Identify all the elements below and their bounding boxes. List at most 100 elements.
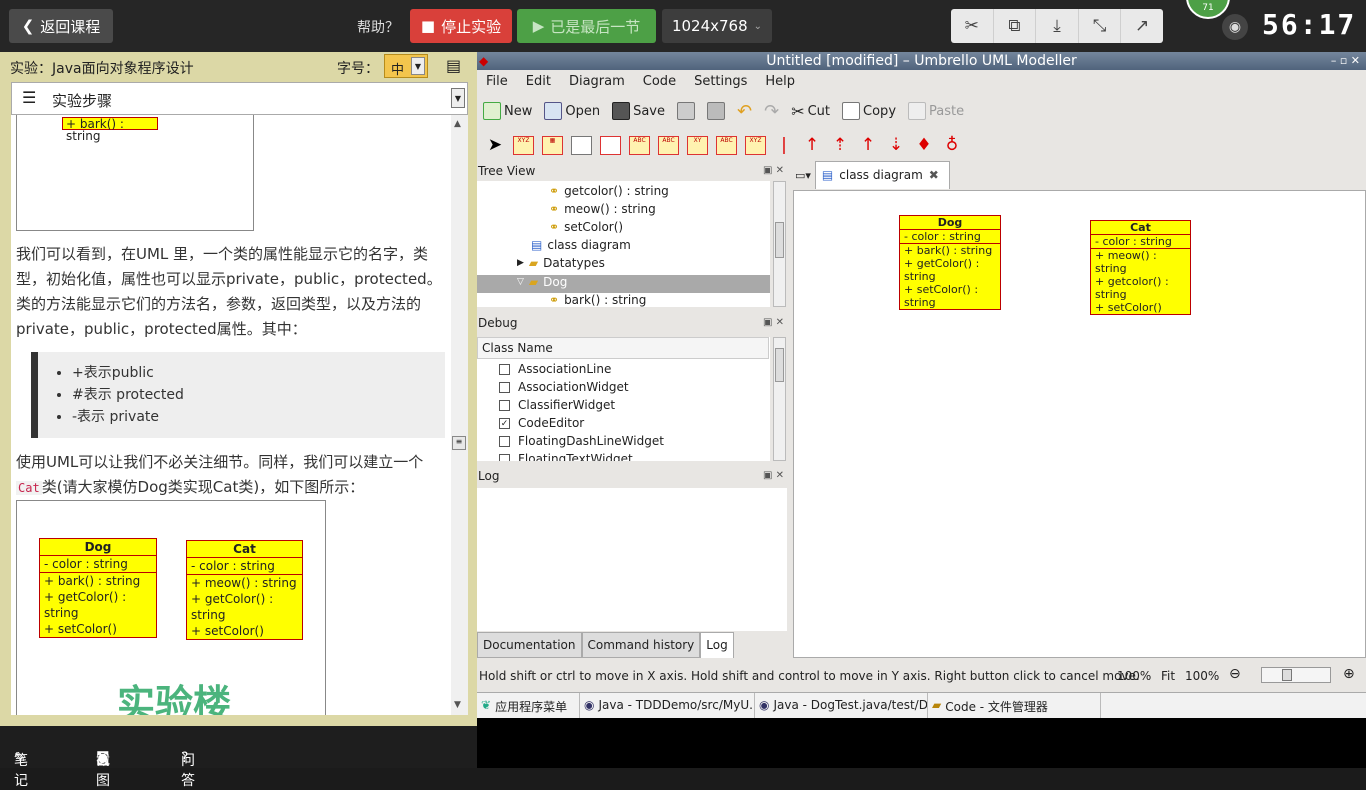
open-folder-icon [544,102,563,120]
debug-item[interactable]: AssociationWidget [499,380,629,394]
zoom-slider[interactable] [1261,667,1331,683]
back-to-course-button[interactable]: ❮ 返回课程 [9,9,113,43]
copy-button[interactable]: Copy [836,102,902,120]
screen-share-icon[interactable]: ⧉ [994,9,1037,43]
zoom-in-icon[interactable]: ⊕ [1343,666,1355,682]
class-tool-icon[interactable]: XYZ [513,135,534,155]
new-tab-icon[interactable]: ▭▾ [795,169,811,182]
dock-close-icon[interactable]: ▣ ✕ [763,317,784,328]
tab-command-history[interactable]: Command history [581,632,701,658]
open-button[interactable]: Open [538,102,606,120]
scroll-down-icon[interactable]: ▼ [454,700,461,710]
enum-tool-icon[interactable]: ABC [658,135,679,155]
debug-item[interactable]: FloatingDashLineWidget [499,434,664,448]
tree-item[interactable]: ⚭ getcolor() : string [549,184,669,198]
print-preview-button[interactable] [701,102,731,120]
abc-tool-icon[interactable]: ABC [629,135,650,155]
cut-button[interactable]: ✂ Cut [785,102,836,121]
dependency-arrow-icon[interactable]: ⇡ [830,135,850,155]
taskbar-file-manager[interactable]: ▰ Code - 文件管理器 [928,693,1101,718]
download-icon[interactable]: ⤓ [1036,9,1079,43]
debug-item[interactable]: ✓ CodeEditor [499,416,584,430]
dock-close-icon[interactable]: ▣ ✕ [763,470,784,481]
dock-close-icon[interactable]: ▣ ✕ [763,165,784,176]
log-title: Log ▣ ✕ [478,469,784,483]
debug-item[interactable]: FloatingTextWidget [499,452,633,461]
folder-icon: ▰ [932,698,942,712]
collapse-icon[interactable]: ⤡ [1079,9,1122,43]
menu-edit[interactable]: Edit [517,72,560,94]
checkbox[interactable] [499,435,510,447]
note-tool-icon[interactable] [571,135,592,155]
canvas-cat-class[interactable]: Cat - color : string + meow() : string +… [1090,220,1191,315]
taskbar-app-menu[interactable]: ❦ 应用程序菜单 [477,693,580,718]
tab-documentation[interactable]: Documentation [477,632,582,658]
print-button[interactable] [671,102,701,120]
redo-button[interactable]: ↷ [758,101,785,122]
menu-diagram[interactable]: Diagram [560,72,634,94]
checkbox[interactable] [499,399,510,411]
bullet-private: -表示 private [72,406,184,428]
zoom-slider-handle[interactable] [1282,669,1292,681]
scroll-up-icon[interactable]: ▲ [454,119,461,129]
paste-button[interactable]: Paste [902,102,970,120]
checkbox-checked[interactable]: ✓ [499,417,510,429]
tab-log[interactable]: Log [700,632,734,658]
menu-file[interactable]: File [477,72,517,94]
box-tool-icon[interactable] [600,135,621,155]
external-link-icon[interactable]: ↗ [1121,9,1163,43]
tree-item[interactable]: ⚭ meow() : string [549,202,656,216]
containment-icon[interactable]: ♁ [942,135,962,155]
tab-class-diagram[interactable]: ▤ class diagram ✖ [814,161,950,189]
composition-icon[interactable]: ♦ [914,135,934,155]
association-line-icon[interactable]: | [774,135,794,155]
tree-item[interactable]: ⚭ bark() : string [549,293,646,307]
datatype-tool-icon[interactable]: ABC [716,135,737,155]
taskbar-java-tdd[interactable]: ◉ Java - TDDDemo/src/MyU... [580,693,755,718]
tree-item[interactable]: ▽ ▰ Dog [517,275,567,289]
scroll-grip-icon[interactable]: ≡ [452,436,466,450]
checkbox[interactable] [499,381,510,393]
debug-item[interactable]: ClassifierWidget [499,398,615,412]
menu-code[interactable]: Code [634,72,685,94]
steps-select[interactable]: ☰ 实验步骤 ▼ [11,82,468,115]
tree-item[interactable]: ▶ ▰ Datatypes [517,256,605,270]
eye-icon[interactable]: ◉ [1222,14,1248,40]
lesson-scrollbar[interactable]: ▲ ≡ ▼ [451,115,468,715]
window-controls[interactable]: – ▫ ✕ [1331,52,1360,70]
save-button[interactable]: Save [606,102,671,120]
taskbar-java-dogtest[interactable]: ◉ Java - DogTest.java/test/D... [755,693,928,718]
debug-scrollbar[interactable] [773,337,786,461]
generalization-arrow-icon[interactable]: ↑ [802,135,822,155]
document-icon[interactable]: ▤ [446,56,461,75]
select-pointer-icon[interactable]: ➤ [485,135,505,155]
diagram-icon: ▤ [821,168,834,182]
realization-arrow-icon[interactable]: ↑ [858,135,878,155]
taskbar: ❦ 应用程序菜单 ◉ Java - TDDDemo/src/MyU... ◉ Java… [477,692,1366,718]
tree-scrollbar[interactable] [773,181,786,307]
debug-item[interactable]: AssociationLine [499,362,611,376]
checkbox[interactable] [499,453,510,461]
fit-button[interactable]: Fit [1161,669,1175,683]
stop-experiment-button[interactable]: ■ 停止实验 [410,9,512,43]
checkbox[interactable] [499,363,510,375]
interface-tool-icon[interactable]: XY [687,135,708,155]
entity-tool-icon[interactable]: XYZ [745,135,766,155]
close-tab-icon[interactable]: ✖ [929,168,939,189]
diagram-canvas[interactable]: Dog - color : string + bark() : string +… [793,190,1366,658]
font-size-select[interactable]: 中 ▼ [384,54,428,78]
canvas-dog-class[interactable]: Dog - color : string + bark() : string +… [899,215,1001,310]
help-link[interactable]: 帮助？ [357,17,399,37]
tree-item[interactable]: ⚭ setColor() [549,220,623,234]
scissors-icon[interactable]: ✂ [951,9,994,43]
undo-button[interactable]: ↶ [731,101,758,122]
package-tool-icon[interactable]: ▦ [542,135,563,155]
zoom-out-icon[interactable]: ⊖ [1229,666,1241,682]
aggregation-icon[interactable]: ⇣ [886,135,906,155]
tree-item[interactable]: ▤ class diagram [531,238,631,252]
last-section-button[interactable]: ▶ 已是最后一节 [517,9,656,43]
new-button[interactable]: New [477,102,538,120]
menu-help[interactable]: Help [756,72,804,94]
menu-settings[interactable]: Settings [685,72,756,94]
resolution-select[interactable]: 1024x768 ⌄ [662,9,772,43]
